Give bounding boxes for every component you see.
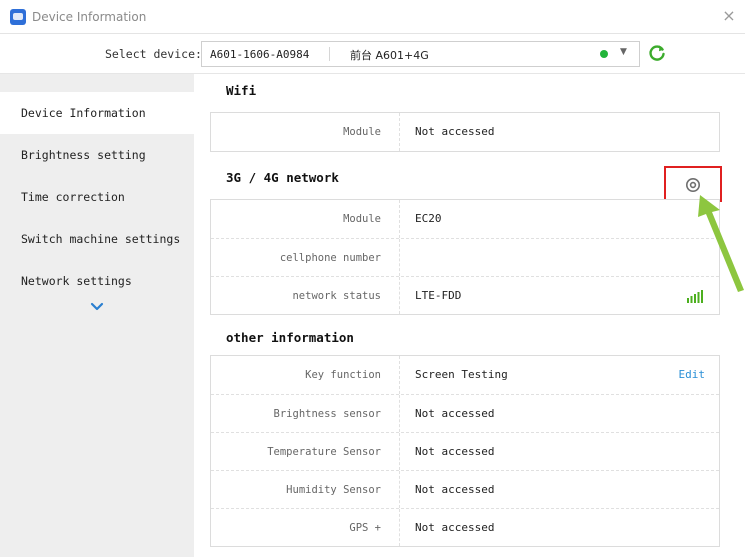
sidebar-item-network-settings[interactable]: Network settings bbox=[0, 260, 194, 302]
close-icon[interactable]: × bbox=[719, 6, 739, 26]
refresh-icon[interactable] bbox=[647, 43, 667, 63]
row-value: EC20 bbox=[415, 212, 442, 225]
device-name: 前台 A601+4G bbox=[350, 49, 429, 62]
online-status-dot bbox=[600, 50, 608, 58]
row-value: Not accessed bbox=[415, 483, 495, 496]
device-dropdown[interactable]: A601-1606-A0984 前台 A601+4G ▼ bbox=[201, 41, 640, 67]
device-id: A601-1606-A0984 bbox=[210, 48, 310, 61]
table-row: Humidity Sensor Not accessed bbox=[211, 470, 719, 508]
other-section-title: other information bbox=[226, 330, 354, 345]
table-row: Brightness sensor Not accessed bbox=[211, 394, 719, 432]
device-select-bar: Select device: A601-1606-A0984 前台 A601+4… bbox=[0, 34, 745, 74]
chevron-down-icon[interactable]: ▼ bbox=[620, 47, 627, 57]
network-section-title: 3G / 4G network bbox=[226, 170, 339, 185]
row-value: Not accessed bbox=[415, 407, 495, 420]
row-label: Module bbox=[211, 200, 400, 238]
row-label: cellphone number bbox=[211, 239, 400, 276]
row-value: Not accessed bbox=[415, 125, 495, 138]
row-value: Not accessed bbox=[415, 445, 495, 458]
sidebar-item-time-correction[interactable]: Time correction bbox=[0, 176, 194, 218]
sidebar-item-brightness-setting[interactable]: Brightness setting bbox=[0, 134, 194, 176]
sidebar: Device Information Brightness setting Ti… bbox=[0, 74, 194, 557]
row-label: Temperature Sensor bbox=[211, 433, 400, 470]
wifi-section-title: Wifi bbox=[226, 83, 257, 98]
row-value: LTE-FDD bbox=[415, 289, 462, 302]
table-row: Module Not accessed bbox=[211, 113, 719, 151]
row-value: Screen Testing bbox=[415, 368, 508, 381]
main-panel: Wifi Module Not accessed 3G / 4G network… bbox=[194, 74, 745, 557]
edit-link[interactable]: Edit bbox=[679, 356, 706, 394]
row-label: Module bbox=[211, 113, 400, 151]
row-label: Humidity Sensor bbox=[211, 471, 400, 508]
table-row: Module EC20 bbox=[211, 200, 719, 238]
network-table: Module EC20 cellphone number network sta… bbox=[210, 199, 720, 315]
row-label: network status bbox=[211, 277, 400, 314]
row-label: Brightness sensor bbox=[211, 395, 400, 432]
window-title: Device Information bbox=[32, 10, 147, 24]
title-bar: Device Information × bbox=[0, 0, 745, 34]
row-value: Not accessed bbox=[415, 521, 495, 534]
sidebar-item-switch-machine-settings[interactable]: Switch machine settings bbox=[0, 218, 194, 260]
signal-bars-icon bbox=[687, 290, 703, 303]
table-row: GPS + Not accessed bbox=[211, 508, 719, 546]
wifi-table: Module Not accessed bbox=[210, 112, 720, 152]
gear-icon[interactable] bbox=[685, 177, 701, 193]
table-row: cellphone number bbox=[211, 238, 719, 276]
highlight-box bbox=[664, 166, 722, 202]
table-row: network status LTE-FDD bbox=[211, 276, 719, 314]
row-label: GPS + bbox=[211, 509, 400, 546]
app-icon bbox=[10, 9, 26, 25]
sidebar-more-button[interactable] bbox=[0, 302, 194, 322]
chevron-down-icon bbox=[90, 302, 104, 311]
row-label: Key function bbox=[211, 356, 400, 394]
sidebar-item-device-information[interactable]: Device Information bbox=[0, 92, 194, 134]
dropdown-divider bbox=[329, 47, 330, 61]
select-device-label: Select device: bbox=[105, 47, 202, 61]
other-info-table: Key function Screen Testing Edit Brightn… bbox=[210, 355, 720, 547]
table-row: Key function Screen Testing Edit bbox=[211, 356, 719, 394]
table-row: Temperature Sensor Not accessed bbox=[211, 432, 719, 470]
